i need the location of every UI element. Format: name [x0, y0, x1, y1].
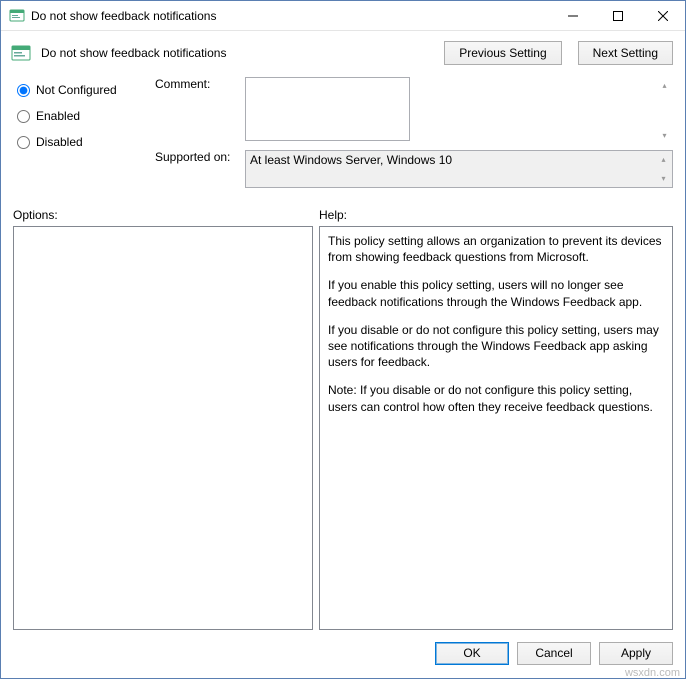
maximize-button[interactable] — [595, 1, 640, 30]
radio-disabled[interactable]: Disabled — [17, 135, 147, 149]
scroll-down-icon: ▾ — [655, 170, 672, 187]
footer: OK Cancel Apply — [1, 636, 685, 678]
scroll-down-icon[interactable]: ▾ — [656, 127, 673, 144]
comment-textarea[interactable] — [245, 77, 410, 141]
supported-on-box: At least Windows Server, Windows 10 ▴ ▾ — [245, 150, 673, 188]
help-paragraph: This policy setting allows an organizati… — [328, 233, 664, 265]
radio-disabled-input[interactable] — [17, 136, 30, 149]
help-paragraph: If you enable this policy setting, users… — [328, 277, 664, 309]
options-label: Options: — [13, 208, 313, 222]
policy-icon — [11, 43, 31, 63]
help-pane: This policy setting allows an organizati… — [319, 226, 673, 630]
minimize-button[interactable] — [550, 1, 595, 30]
supported-label: Supported on: — [155, 150, 245, 188]
next-setting-button[interactable]: Next Setting — [578, 41, 673, 65]
pane-labels: Options: Help: — [1, 198, 685, 226]
previous-setting-button[interactable]: Previous Setting — [444, 41, 561, 65]
apply-button[interactable]: Apply — [599, 642, 673, 665]
cancel-button[interactable]: Cancel — [517, 642, 591, 665]
scroll-up-icon: ▴ — [655, 151, 672, 168]
titlebar: Do not show feedback notifications — [1, 1, 685, 31]
radio-not-configured-input[interactable] — [17, 84, 30, 97]
window-controls — [550, 1, 685, 30]
close-button[interactable] — [640, 1, 685, 30]
help-paragraph: If you disable or do not configure this … — [328, 322, 664, 371]
panes-area: This policy setting allows an organizati… — [1, 226, 685, 636]
radio-not-configured-label: Not Configured — [36, 83, 117, 97]
options-pane — [13, 226, 313, 630]
app-icon — [9, 8, 25, 24]
help-paragraph: Note: If you disable or do not configure… — [328, 382, 664, 414]
scroll-up-icon[interactable]: ▴ — [656, 77, 673, 94]
radio-not-configured[interactable]: Not Configured — [17, 83, 147, 97]
radio-disabled-label: Disabled — [36, 135, 83, 149]
supported-scroll: ▴ ▾ — [655, 151, 672, 187]
comment-label: Comment: — [155, 77, 245, 144]
radio-enabled-input[interactable] — [17, 110, 30, 123]
radio-enabled[interactable]: Enabled — [17, 109, 147, 123]
radio-enabled-label: Enabled — [36, 109, 80, 123]
ok-button[interactable]: OK — [435, 642, 509, 665]
state-radio-group: Not Configured Enabled Disabled — [17, 77, 147, 192]
policy-title: Do not show feedback notifications — [41, 46, 428, 60]
comment-column: Comment: ▴ ▾ Supported on: At least Wind… — [155, 77, 673, 192]
supported-on-value: At least Windows Server, Windows 10 — [250, 153, 452, 167]
window-title: Do not show feedback notifications — [31, 9, 550, 23]
help-label: Help: — [319, 208, 347, 222]
config-area: Not Configured Enabled Disabled Comment:… — [1, 73, 685, 198]
comment-scroll: ▴ ▾ — [656, 77, 673, 144]
header-row: Do not show feedback notifications Previ… — [1, 31, 685, 73]
